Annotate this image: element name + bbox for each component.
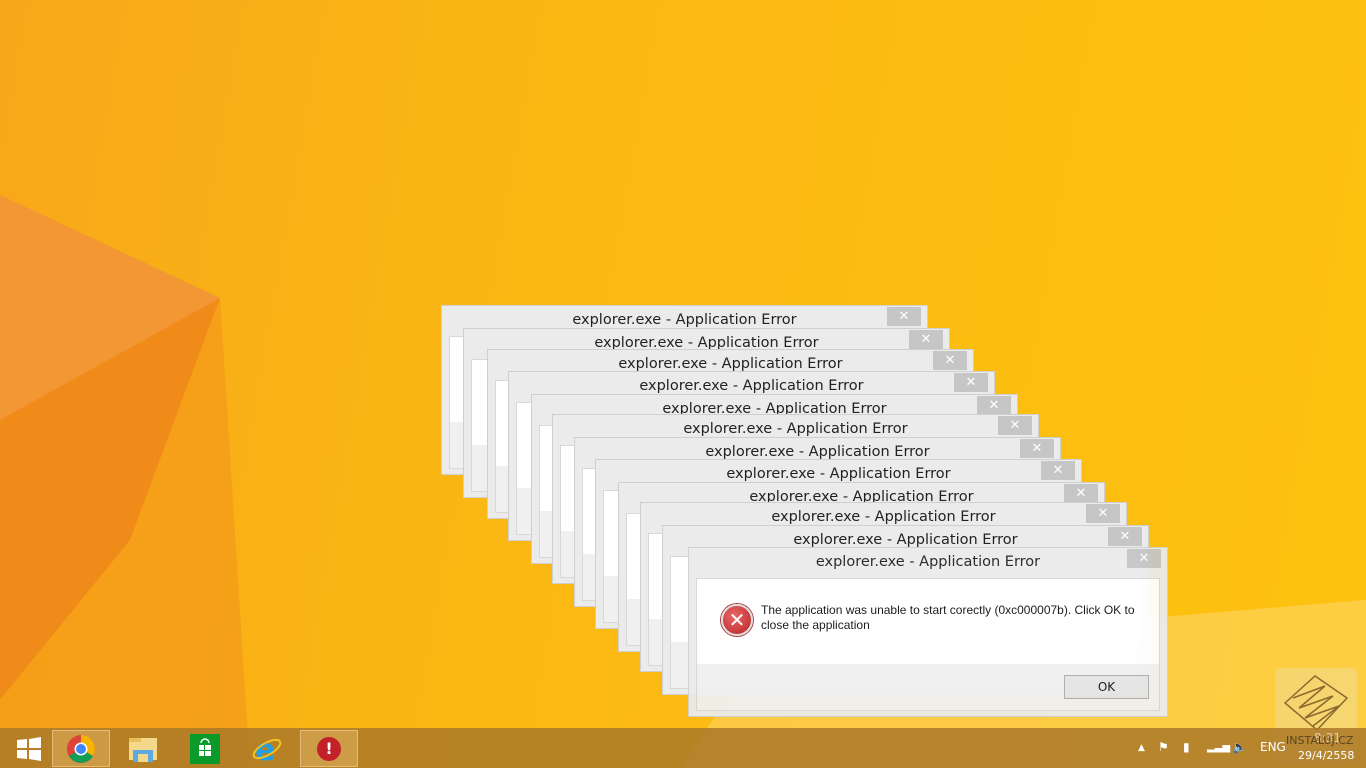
error-message: The application was unable to start core…	[761, 603, 1135, 632]
volume-icon[interactable]: 🔈	[1232, 740, 1247, 754]
show-hidden-icons-button[interactable]: ▲	[1138, 743, 1145, 753]
network-signal-icon[interactable]: ▂▃▅	[1207, 742, 1230, 753]
dialog-title: explorer.exe - Application Error	[726, 466, 951, 482]
close-button[interactable]: ✕	[933, 351, 967, 370]
error-dialog: explorer.exe - Application Error ✕ ✕ The …	[688, 547, 1168, 717]
ie-icon: e	[252, 734, 282, 764]
power-battery-icon[interactable]: ▮	[1183, 740, 1190, 754]
close-button[interactable]: ✕	[998, 416, 1032, 435]
dialog-title: explorer.exe - Application Error	[639, 378, 864, 394]
watermark-text: INSTALUJ.CZ	[1286, 734, 1354, 747]
close-button[interactable]: ✕	[954, 373, 988, 392]
taskbar-store[interactable]	[176, 730, 234, 767]
taskbar-internet-explorer[interactable]: e	[238, 730, 296, 767]
dialog-title: explorer.exe - Application Error	[815, 554, 1041, 570]
dialog-footer: OK	[696, 664, 1160, 711]
error-icon: !	[317, 736, 341, 761]
taskbar-chrome[interactable]	[52, 730, 110, 767]
language-indicator[interactable]: ENG	[1260, 740, 1286, 754]
start-button[interactable]	[0, 730, 58, 767]
taskbar-file-explorer[interactable]	[114, 730, 172, 767]
close-button[interactable]: ✕	[887, 307, 921, 326]
close-button[interactable]: ✕	[1086, 504, 1120, 523]
close-button[interactable]: ✕	[1108, 527, 1142, 546]
clock-date[interactable]: 29/4/2558	[1298, 749, 1354, 762]
chrome-icon	[67, 734, 95, 763]
dialog-title: explorer.exe - Application Error	[793, 532, 1018, 548]
close-button[interactable]: ✕	[1041, 461, 1075, 480]
close-button[interactable]: ✕	[977, 396, 1011, 415]
close-button[interactable]: ✕	[909, 330, 943, 349]
action-center-flag-icon[interactable]: ⚑	[1158, 740, 1169, 754]
close-button[interactable]: ✕	[1127, 549, 1161, 568]
taskbar: e ! ▲ ⚑ ▮ ▂▃▅ 🔈 ENG 8:31 29/4/2558 INSTA…	[0, 728, 1366, 768]
close-button[interactable]: ✕	[1020, 439, 1054, 458]
ok-button[interactable]: OK	[1064, 675, 1149, 699]
dialog-title: explorer.exe - Application Error	[618, 356, 843, 372]
folder-icon	[129, 737, 157, 762]
dialog-title: explorer.exe - Application Error	[705, 444, 930, 460]
close-button[interactable]: ✕	[1064, 484, 1098, 503]
error-icon: ✕	[721, 604, 753, 636]
windows-logo-icon	[17, 736, 41, 761]
taskbar-error-app[interactable]: !	[300, 730, 358, 767]
store-icon	[190, 733, 220, 764]
dialog-title: explorer.exe - Application Error	[683, 421, 908, 437]
dialog-title: explorer.exe - Application Error	[771, 509, 996, 525]
dialog-title: explorer.exe - Application Error	[572, 312, 797, 328]
dialog-content: ✕ The application was unable to start cor…	[696, 578, 1160, 664]
